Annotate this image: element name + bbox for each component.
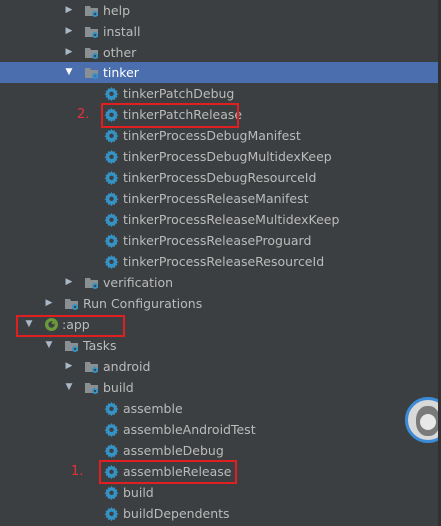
folder-icon [85, 383, 98, 394]
expand-arrow-icon[interactable]: ▶ [64, 272, 74, 293]
expand-arrow-icon[interactable]: ▶ [44, 293, 54, 314]
gear-icon [104, 150, 119, 164]
annotation-step-2: 2. [77, 107, 90, 122]
tree-row-label: android [103, 359, 151, 374]
task-tinker-process-release-resource-id[interactable]: tinkerProcessReleaseResourceId [0, 251, 438, 272]
tree-row-label: help [103, 3, 131, 18]
task-tinker-process-release-multidex-keep[interactable]: tinkerProcessReleaseMultidexKeep [0, 209, 438, 230]
tree-row-label: tinkerProcessReleaseManifest [123, 191, 309, 206]
tree-row-label: buildDependents [123, 506, 230, 521]
tree-row-label: tinkerProcessDebugResourceId [123, 170, 317, 185]
tree-row-other[interactable]: ▶ other [0, 42, 438, 63]
gear-icon [104, 192, 119, 206]
tree-row-verification[interactable]: ▶ verification [0, 272, 438, 293]
tree-row-label: assemble [123, 401, 183, 416]
task-build-dependents[interactable]: buildDependents [0, 503, 438, 524]
collapse-arrow-icon[interactable]: ▼ [44, 335, 54, 356]
task-assemble-debug[interactable]: assembleDebug [0, 440, 438, 461]
gear-icon [104, 129, 119, 143]
tree-row-label: verification [103, 275, 174, 290]
tree-row-install[interactable]: ▶ install [0, 21, 438, 42]
gear-icon [104, 171, 119, 185]
task-tinker-process-debug-manifest[interactable]: tinkerProcessDebugManifest [0, 125, 438, 146]
tree-row-label: tinkerProcessDebugManifest [123, 128, 301, 143]
task-tinker-process-debug-multidex-keep[interactable]: tinkerProcessDebugMultidexKeep [0, 146, 438, 167]
tree-row-label: build [123, 485, 154, 500]
task-tinker-process-release-manifest[interactable]: tinkerProcessReleaseManifest [0, 188, 438, 209]
task-build[interactable]: build [0, 482, 438, 503]
tree-row-label: tinkerProcessReleaseResourceId [123, 254, 325, 269]
task-assemble-android-test[interactable]: assembleAndroidTest [0, 419, 438, 440]
collapse-arrow-icon[interactable]: ▼ [64, 62, 74, 83]
tree-row-build-group[interactable]: ▼ build [0, 377, 438, 398]
tree-row-label: assembleRelease [123, 464, 232, 479]
task-tinker-process-debug-resource-id[interactable]: tinkerProcessDebugResourceId [0, 167, 438, 188]
tree-row-label: tinkerProcessDebugMultidexKeep [123, 149, 332, 164]
tree-row-tinker[interactable]: ▼ tinker [0, 62, 438, 83]
gear-icon [104, 87, 119, 101]
tree-row-label: tinkerProcessReleaseMultidexKeep [123, 212, 340, 227]
tree-row-label: :app [62, 317, 90, 332]
tree-row-label: tinkerPatchDebug [123, 86, 235, 101]
gear-icon [104, 213, 119, 227]
folder-icon [65, 341, 78, 352]
tree-row-label: install [103, 24, 141, 39]
gear-icon [104, 234, 119, 248]
tree-row-label: Run Configurations [83, 296, 203, 311]
tree-row-run-configurations[interactable]: ▶ Run Configurations [0, 293, 438, 314]
expand-arrow-icon[interactable]: ▶ [64, 21, 74, 42]
gradle-module-icon [45, 318, 58, 331]
tree-row-label: build [103, 380, 134, 395]
gear-icon [104, 465, 119, 479]
gear-icon [104, 423, 119, 437]
folder-icon [85, 278, 98, 289]
tree-row-label: other [103, 45, 137, 60]
expand-arrow-icon[interactable]: ▶ [64, 356, 74, 377]
gear-icon [104, 255, 119, 269]
collapse-arrow-icon[interactable]: ▼ [64, 377, 74, 398]
expand-arrow-icon[interactable]: ▶ [64, 42, 74, 63]
folder-icon [85, 362, 98, 373]
task-tinker-patch-debug[interactable]: tinkerPatchDebug [0, 83, 438, 104]
folder-icon [85, 68, 98, 79]
tree-row-label: tinker [103, 65, 139, 80]
tree-row-app-module[interactable]: ▼ :app [0, 314, 438, 335]
folder-icon [85, 48, 98, 59]
tree-row-tasks[interactable]: ▼ Tasks [0, 335, 438, 356]
tree-row-label: Tasks [83, 338, 117, 353]
task-assemble[interactable]: assemble [0, 398, 438, 419]
tree-row-android[interactable]: ▶ android [0, 356, 438, 377]
folder-icon [65, 299, 78, 310]
tree-row-label: assembleDebug [123, 443, 224, 458]
annotation-step-1: 1. [71, 464, 84, 479]
gear-icon [104, 402, 119, 416]
folder-icon [85, 6, 98, 17]
expand-arrow-icon[interactable]: ▶ [64, 0, 74, 21]
tree-row-label: tinkerPatchRelease [123, 107, 243, 122]
gear-icon [104, 507, 119, 521]
task-tinker-patch-release[interactable]: tinkerPatchRelease [0, 104, 438, 125]
task-tinker-process-release-proguard[interactable]: tinkerProcessReleaseProguard [0, 230, 438, 251]
folder-icon [85, 27, 98, 38]
gear-icon [104, 108, 119, 122]
tree-row-label: assembleAndroidTest [123, 422, 256, 437]
tree-row-label: tinkerProcessReleaseProguard [123, 233, 312, 248]
gear-icon [104, 444, 119, 458]
task-assemble-release[interactable]: assembleRelease [0, 461, 438, 482]
collapse-arrow-icon[interactable]: ▼ [24, 314, 34, 335]
gear-icon [104, 486, 119, 500]
tree-row-help[interactable]: ▶ help [0, 0, 438, 21]
